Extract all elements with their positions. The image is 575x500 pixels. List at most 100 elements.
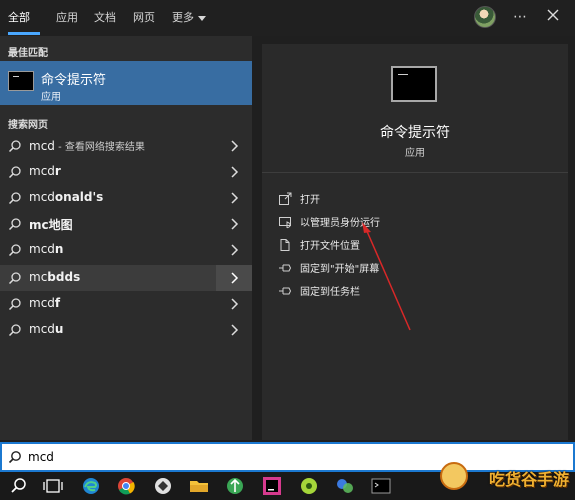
search-icon (8, 218, 21, 231)
search-scope-tabs: 全部 应用 文档 网页 更多 ⋯ (0, 0, 575, 36)
result-text: mcd (29, 164, 55, 178)
watermark: 吃货谷手游 (440, 462, 575, 498)
chevron-right-icon[interactable] (229, 272, 239, 284)
action-label: 打开 (300, 195, 320, 206)
best-match-type: 应用 (41, 92, 61, 103)
web-result-label: mcd - 查看网络搜索结果 (29, 138, 145, 153)
app-icon[interactable] (224, 476, 246, 496)
avatar[interactable] (474, 6, 496, 28)
search-icon (8, 244, 21, 257)
web-result-5[interactable]: mcbdds (0, 265, 252, 291)
open-icon (279, 192, 292, 205)
shield-admin-icon (279, 217, 291, 229)
result-text: mcd (29, 296, 55, 310)
close-icon[interactable] (545, 7, 561, 23)
result-text: mcd (29, 190, 55, 204)
action-label: 固定到"开始"屏幕 (300, 264, 380, 275)
app-icon[interactable] (298, 476, 320, 496)
result-hint: - 查看网络搜索结果 (54, 142, 145, 153)
watermark-logo-icon (440, 462, 468, 490)
result-completion: u (54, 322, 64, 336)
edge-icon[interactable] (80, 476, 102, 496)
file-explorer-icon[interactable] (188, 476, 210, 496)
best-match-name: 命令提示符 (41, 73, 107, 88)
task-view-icon[interactable] (42, 476, 64, 496)
terminal-icon[interactable] (370, 476, 392, 496)
results-panel: 最佳匹配 命令提示符 应用 搜索网页 mcd - 查看网络搜索结果 mcdr m… (0, 36, 252, 440)
tool-icon[interactable] (152, 476, 174, 496)
tab-apps[interactable]: 应用 (56, 0, 78, 36)
web-result-2[interactable]: mcdonald's (0, 185, 252, 211)
chevron-right-icon[interactable] (229, 244, 239, 256)
search-input[interactable] (28, 447, 328, 467)
search-icon (8, 451, 21, 464)
action-label: 打开文件位置 (300, 241, 360, 252)
result-text: mc (29, 270, 48, 284)
web-result-6[interactable]: mcdf (0, 291, 252, 317)
search-icon (8, 272, 21, 285)
detail-app-type: 应用 (405, 148, 425, 159)
web-result-label: mcbdds (29, 270, 80, 284)
divider (262, 172, 568, 173)
pin-icon (279, 287, 292, 295)
web-result-3[interactable]: mc地图 (0, 211, 252, 237)
action-run-as-admin[interactable]: 以管理员身份运行 (278, 212, 558, 232)
jetbrains-icon[interactable] (261, 476, 283, 496)
watermark-text: 吃货谷手游 (488, 470, 569, 489)
web-result-0[interactable]: mcd - 查看网络搜索结果 (0, 133, 252, 159)
chevron-right-icon[interactable] (229, 140, 239, 152)
tab-documents[interactable]: 文档 (94, 0, 116, 36)
search-icon (8, 298, 21, 311)
chevron-right-icon[interactable] (229, 192, 239, 204)
result-completion: bdds (47, 270, 81, 284)
search-icon (8, 140, 21, 153)
more-options-icon[interactable]: ⋯ (513, 9, 528, 25)
result-completion: r (54, 164, 61, 178)
result-completion: mc地图 (29, 218, 73, 232)
action-label: 以管理员身份运行 (300, 218, 380, 229)
best-match-heading: 最佳匹配 (8, 48, 48, 59)
command-prompt-icon (8, 71, 34, 91)
result-completion: n (54, 242, 64, 256)
command-prompt-icon (391, 66, 437, 102)
tab-all[interactable]: 全部 (8, 0, 30, 36)
web-result-4[interactable]: mcdn (0, 237, 252, 263)
chrome-icon[interactable] (115, 476, 137, 496)
detail-app-title: 命令提示符 (380, 125, 450, 141)
result-text: mcd (29, 139, 55, 153)
web-search-heading: 搜索网页 (8, 120, 48, 131)
web-result-label: mcdonald's (29, 190, 103, 204)
action-pin-to-taskbar[interactable]: 固定到任务栏 (278, 281, 558, 301)
search-icon (8, 324, 21, 337)
web-result-label: mc地图 (29, 216, 73, 233)
result-completion: f (54, 296, 61, 310)
chevron-right-icon[interactable] (229, 218, 239, 230)
search-icon (8, 166, 21, 179)
chevron-right-icon[interactable] (229, 324, 239, 336)
action-pin-to-start[interactable]: 固定到"开始"屏幕 (278, 258, 558, 278)
tab-more[interactable]: 更多 (172, 0, 206, 36)
action-label: 固定到任务栏 (300, 287, 360, 298)
web-result-7[interactable]: mcdu (0, 317, 252, 343)
tab-more-label: 更多 (172, 11, 194, 24)
search-icon[interactable] (8, 476, 30, 496)
result-completion: onald's (54, 190, 104, 204)
chevron-down-icon (198, 15, 206, 21)
app-icon[interactable] (334, 476, 356, 496)
pin-icon (279, 264, 292, 272)
web-result-label: mcdu (29, 322, 63, 336)
best-match-item[interactable]: 命令提示符 应用 (0, 61, 252, 105)
action-open[interactable]: 打开 (278, 189, 558, 209)
file-location-icon (280, 239, 290, 251)
active-tab-indicator (8, 32, 40, 35)
web-result-label: mcdr (29, 164, 61, 178)
chevron-right-icon[interactable] (229, 298, 239, 310)
search-icon (8, 192, 21, 205)
chevron-right-icon[interactable] (229, 166, 239, 178)
web-result-label: mcdn (29, 242, 63, 256)
web-result-1[interactable]: mcdr (0, 159, 252, 185)
action-open-file-location[interactable]: 打开文件位置 (278, 235, 558, 255)
tab-web[interactable]: 网页 (133, 0, 155, 36)
result-text: mcd (29, 322, 55, 336)
detail-panel: 命令提示符 应用 打开 以管理员身份运行 打开文件位置 固定到"开始"屏幕 固定… (262, 44, 568, 440)
